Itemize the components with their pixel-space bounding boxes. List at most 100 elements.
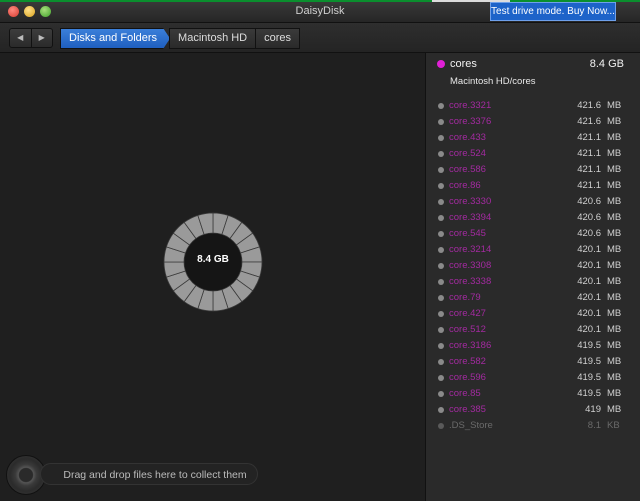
item-unit: MB: [607, 228, 622, 239]
item-size: 421.1: [577, 164, 601, 175]
list-item[interactable]: core.3338 420.1 MB: [437, 275, 627, 291]
list-item[interactable]: core.3321 421.6 MB: [437, 99, 627, 115]
item-unit: MB: [607, 260, 622, 271]
item-name[interactable]: core.524: [449, 148, 486, 159]
list-item[interactable]: core.512 420.1 MB: [437, 323, 627, 339]
list-item[interactable]: core.3214 420.1 MB: [437, 243, 627, 259]
item-dot: [438, 135, 444, 141]
item-dot: [438, 215, 444, 221]
item-name[interactable]: core.545: [449, 228, 486, 239]
forward-arrow-icon[interactable]: ▶: [30, 29, 53, 47]
item-unit: MB: [607, 276, 622, 287]
item-dot: [438, 375, 444, 381]
item-size: 420.1: [577, 308, 601, 319]
item-size: 420.1: [577, 244, 601, 255]
item-size: 421.6: [577, 100, 601, 111]
item-name[interactable]: core.427: [449, 308, 486, 319]
breadcrumb-disks-and-folders[interactable]: Disks and Folders: [60, 28, 170, 49]
title-bar: DaisyDisk Test drive mode. Buy Now...: [0, 0, 640, 23]
list-item[interactable]: core.3330 420.6 MB: [437, 195, 627, 211]
list-item[interactable]: core.3308 420.1 MB: [437, 259, 627, 275]
item-size: 8.1: [587, 420, 601, 431]
file-list: core.3321 421.6 MB core.3376 421.6 MB core.433…: [437, 99, 627, 435]
item-size: 420.6: [577, 212, 601, 223]
item-dot: [438, 103, 444, 109]
item-unit: MB: [607, 148, 622, 159]
item-name[interactable]: .DS_Store: [449, 420, 493, 431]
item-size: 420.1: [577, 276, 601, 287]
item-name[interactable]: core.3321: [449, 100, 491, 111]
list-item[interactable]: core.3376 421.6 MB: [437, 115, 627, 131]
item-name[interactable]: core.3186: [449, 340, 491, 351]
item-name[interactable]: core.3214: [449, 244, 491, 255]
item-dot: [438, 263, 444, 269]
item-name[interactable]: core.79: [449, 292, 481, 303]
ring-center-size: 8.4 GB: [197, 254, 229, 265]
item-name[interactable]: core.3308: [449, 260, 491, 271]
breadcrumb-macintosh-hd[interactable]: Macintosh HD: [169, 28, 257, 49]
item-name[interactable]: core.586: [449, 164, 486, 175]
item-dot: [438, 247, 444, 253]
list-item[interactable]: core.85 419.5 MB: [437, 387, 627, 403]
item-name[interactable]: core.85: [449, 388, 481, 399]
selected-folder-size: 8.4 GB: [589, 58, 624, 70]
item-size: 419.5: [577, 340, 601, 351]
item-dot: [438, 231, 444, 237]
item-size: 421.1: [577, 132, 601, 143]
item-size: 420.6: [577, 228, 601, 239]
drop-zone[interactable]: Drag and drop files here to collect them: [40, 463, 258, 485]
item-name[interactable]: core.3338: [449, 276, 491, 287]
item-unit: MB: [607, 116, 622, 127]
item-unit: MB: [607, 132, 622, 143]
list-item[interactable]: core.427 420.1 MB: [437, 307, 627, 323]
item-size: 419.5: [577, 356, 601, 367]
item-dot: [438, 359, 444, 365]
item-dot: [438, 279, 444, 285]
item-unit: MB: [607, 244, 622, 255]
back-arrow-icon[interactable]: ◀: [10, 29, 31, 47]
item-size: 420.1: [577, 324, 601, 335]
breadcrumb-cores[interactable]: cores: [255, 28, 301, 49]
breadcrumb: Disks and Folders Macintosh HD cores: [60, 28, 301, 49]
item-dot: [438, 311, 444, 317]
item-unit: MB: [607, 164, 622, 175]
item-name[interactable]: core.385: [449, 404, 486, 415]
list-item[interactable]: core.79 420.1 MB: [437, 291, 627, 307]
buy-now-button[interactable]: Test drive mode. Buy Now...: [490, 2, 616, 21]
item-name[interactable]: core.433: [449, 132, 486, 143]
list-item[interactable]: core.86 421.1 MB: [437, 179, 627, 195]
item-unit: MB: [607, 180, 622, 191]
item-unit: MB: [607, 324, 622, 335]
item-name[interactable]: core.596: [449, 372, 486, 383]
list-item[interactable]: core.596 419.5 MB: [437, 371, 627, 387]
item-size: 419: [585, 404, 601, 415]
item-name[interactable]: core.582: [449, 356, 486, 367]
item-name[interactable]: core.86: [449, 180, 481, 191]
list-item[interactable]: core.582 419.5 MB: [437, 355, 627, 371]
item-name[interactable]: core.512: [449, 324, 486, 335]
item-size: 420.1: [577, 260, 601, 271]
item-size: 421.1: [577, 180, 601, 191]
list-item[interactable]: core.385 419 MB: [437, 403, 627, 419]
item-unit: MB: [607, 340, 622, 351]
nav-buttons: ◀ ▶: [9, 28, 53, 48]
list-item[interactable]: core.433 421.1 MB: [437, 131, 627, 147]
item-size: 420.1: [577, 292, 601, 303]
item-unit: MB: [607, 308, 622, 319]
item-unit: MB: [607, 404, 622, 415]
list-item[interactable]: core.3186 419.5 MB: [437, 339, 627, 355]
list-item[interactable]: core.545 420.6 MB: [437, 227, 627, 243]
item-unit: MB: [607, 196, 622, 207]
selected-folder-name: cores: [450, 58, 477, 70]
list-item[interactable]: core.3394 420.6 MB: [437, 211, 627, 227]
item-unit: MB: [607, 212, 622, 223]
list-item[interactable]: .DS_Store 8.1 KB: [437, 419, 627, 435]
item-dot: [438, 151, 444, 157]
item-dot: [438, 391, 444, 397]
item-name[interactable]: core.3330: [449, 196, 491, 207]
list-item[interactable]: core.524 421.1 MB: [437, 147, 627, 163]
item-name[interactable]: core.3394: [449, 212, 491, 223]
list-item[interactable]: core.586 421.1 MB: [437, 163, 627, 179]
item-name[interactable]: core.3376: [449, 116, 491, 127]
item-dot: [438, 327, 444, 333]
